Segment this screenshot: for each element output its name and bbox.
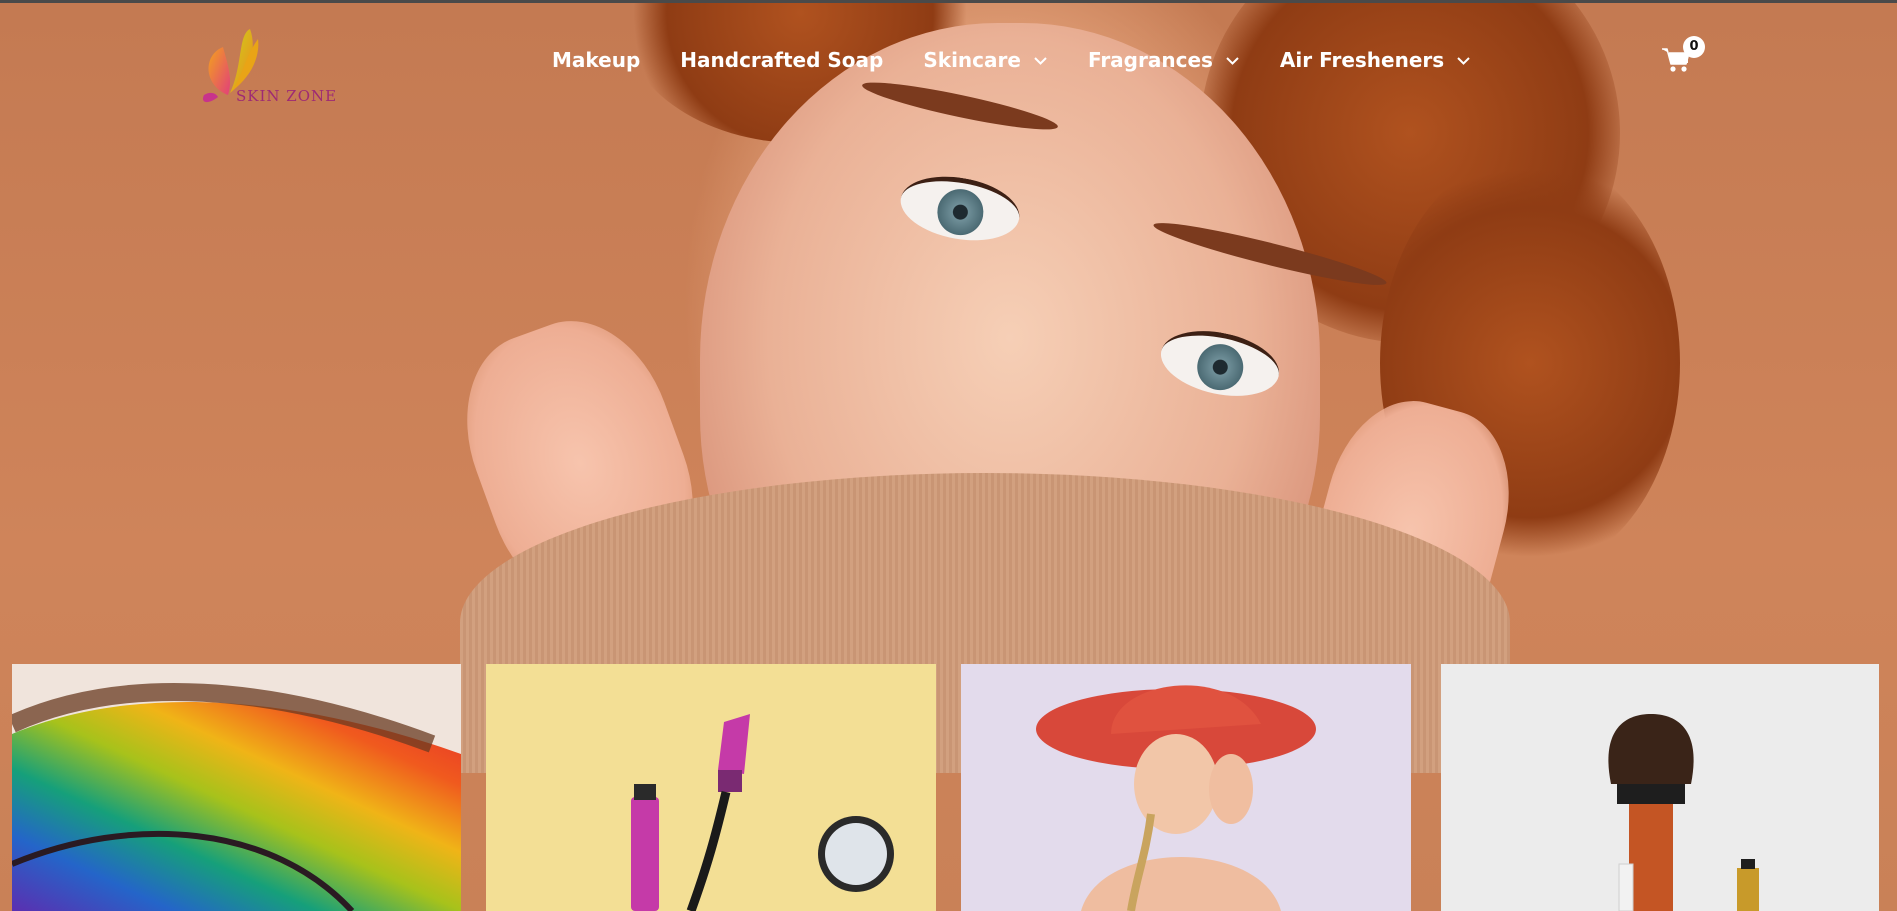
nav-item-makeup[interactable]: Makeup [552, 48, 640, 72]
category-card-fashion[interactable] [961, 664, 1411, 911]
nav-item-handcrafted-soap[interactable]: Handcrafted Soap [680, 48, 883, 72]
woman-red-hat-image [961, 664, 1411, 911]
nav-item-skincare[interactable]: Skincare [923, 48, 1048, 72]
rainbow-eyeshadow-image [12, 664, 461, 911]
main-nav: Makeup Handcrafted Soap Skincare Fragran… [552, 48, 1511, 72]
cart-count-badge[interactable]: 0 [1683, 36, 1705, 58]
nav-item-label: Skincare [923, 48, 1021, 72]
category-card-eyeshadow[interactable] [12, 664, 461, 911]
nav-item-label: Air Fresheners [1279, 48, 1445, 72]
category-card-brushes[interactable] [1441, 664, 1879, 911]
chevron-down-icon [1457, 56, 1470, 65]
mascara-product-image [486, 664, 936, 911]
site-header: SKIN ZONE Makeup Handcrafted Soap Skinca… [0, 3, 1897, 118]
category-card-mascara[interactable] [486, 664, 936, 911]
chevron-down-icon [1034, 56, 1047, 65]
nav-item-label: Fragrances [1087, 48, 1213, 72]
nav-item-fragrances[interactable]: Fragrances [1088, 48, 1240, 72]
nav-item-air-fresheners[interactable]: Air Fresheners [1280, 48, 1471, 72]
logo-text: SKIN ZONE [236, 87, 338, 105]
nav-item-label: Handcrafted Soap [680, 48, 884, 72]
makeup-brush-product-image [1441, 664, 1879, 911]
chevron-down-icon [1226, 56, 1239, 65]
nav-item-label: Makeup [552, 48, 641, 72]
